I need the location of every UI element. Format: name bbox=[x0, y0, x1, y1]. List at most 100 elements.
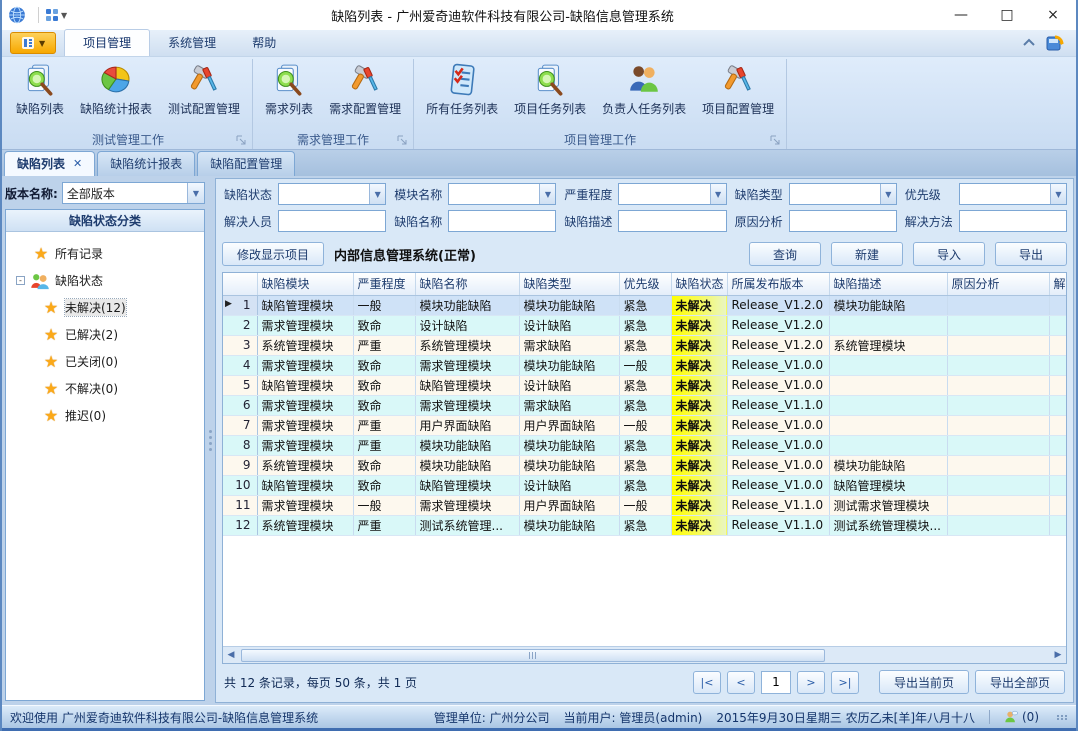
query-button[interactable]: 查询 bbox=[749, 242, 821, 266]
filter-input[interactable] bbox=[619, 184, 709, 204]
page-number-input[interactable] bbox=[761, 671, 791, 694]
table-cell[interactable]: Release_V1.0.0 bbox=[727, 475, 829, 495]
table-row[interactable]: 2需求管理模块致命设计缺陷设计缺陷紧急未解决Release_V1.2.0 bbox=[223, 315, 1066, 335]
minimize-button[interactable]: — bbox=[938, 0, 984, 30]
table-cell[interactable]: Release_V1.0.0 bbox=[727, 455, 829, 475]
tree-item-status[interactable]: ★已解决(2) bbox=[16, 321, 200, 348]
table-cell[interactable] bbox=[947, 475, 1049, 495]
table-row[interactable]: 9系统管理模块致命模块功能缺陷模块功能缺陷紧急未解决Release_V1.0.0… bbox=[223, 455, 1066, 475]
table-cell[interactable]: 一般 bbox=[353, 495, 415, 515]
table-cell[interactable]: 设计缺陷 bbox=[519, 475, 619, 495]
defect-status-select[interactable]: ▼ bbox=[278, 183, 386, 205]
table-cell[interactable]: 系统管理模块 bbox=[257, 335, 353, 355]
table-cell[interactable]: Release_V1.2.0 bbox=[727, 335, 829, 355]
table-cell[interactable]: 缺陷管理模块 bbox=[257, 295, 353, 315]
filter-input[interactable] bbox=[960, 211, 1066, 231]
defect-report-button[interactable]: 缺陷统计报表 bbox=[72, 59, 160, 119]
table-cell[interactable]: 系统管理模块 bbox=[829, 335, 947, 355]
table-cell[interactable] bbox=[947, 455, 1049, 475]
table-cell[interactable]: 模块功能缺陷 bbox=[415, 295, 519, 315]
quick-access-toolbar-button[interactable]: ▼ bbox=[45, 8, 67, 22]
table-cell[interactable] bbox=[947, 315, 1049, 335]
table-cell[interactable]: 缺陷管理模块 bbox=[829, 475, 947, 495]
ribbon-collapse-chevron-icon[interactable] bbox=[1022, 38, 1036, 48]
table-row[interactable]: 12系统管理模块严重测试系统管理...模块功能缺陷紧急未解决Release_V1… bbox=[223, 515, 1066, 535]
table-cell[interactable]: 致命 bbox=[353, 475, 415, 495]
chevron-down-icon[interactable]: ▼ bbox=[369, 184, 385, 204]
panel-splitter[interactable] bbox=[205, 178, 215, 703]
table-cell[interactable] bbox=[829, 315, 947, 335]
table-row[interactable]: 11需求管理模块一般需求管理模块用户界面缺陷一般未解决Release_V1.1.… bbox=[223, 495, 1066, 515]
export-button[interactable]: 导出 bbox=[995, 242, 1067, 266]
tree-item-status[interactable]: ★未解决(12) bbox=[16, 294, 200, 321]
table-cell[interactable]: 未解决 bbox=[671, 495, 727, 515]
table-cell[interactable]: 缺陷管理模块 bbox=[415, 375, 519, 395]
last-page-button[interactable]: >| bbox=[831, 671, 859, 694]
table-cell[interactable] bbox=[1049, 435, 1066, 455]
table-cell[interactable]: 一般 bbox=[619, 415, 671, 435]
table-cell[interactable]: 严重 bbox=[353, 435, 415, 455]
table-cell[interactable]: 严重 bbox=[353, 335, 415, 355]
table-cell[interactable]: 紧急 bbox=[619, 395, 671, 415]
table-cell[interactable]: 用户界面缺陷 bbox=[519, 495, 619, 515]
table-cell[interactable]: 紧急 bbox=[619, 315, 671, 335]
table-cell[interactable]: 紧急 bbox=[619, 375, 671, 395]
table-cell[interactable]: 未解决 bbox=[671, 395, 727, 415]
version-combobox[interactable]: 全部版本 ▼ bbox=[62, 182, 205, 204]
table-cell[interactable]: 模块功能缺陷 bbox=[519, 295, 619, 315]
table-cell[interactable]: 缺陷管理模块 bbox=[257, 475, 353, 495]
filter-input[interactable] bbox=[790, 184, 880, 204]
message-indicator[interactable]: (0) bbox=[1004, 710, 1039, 724]
table-cell[interactable]: 缺陷管理模块 bbox=[415, 475, 519, 495]
all-tasks-button[interactable]: 所有任务列表 bbox=[418, 59, 506, 119]
table-row[interactable]: 5缺陷管理模块致命缺陷管理模块设计缺陷紧急未解决Release_V1.0.0 bbox=[223, 375, 1066, 395]
requirement-config-button[interactable]: 需求配置管理 bbox=[321, 59, 409, 119]
table-cell[interactable]: 系统管理模块 bbox=[257, 455, 353, 475]
skin-selector-icon[interactable] bbox=[1046, 34, 1064, 52]
table-row[interactable]: 10缺陷管理模块致命缺陷管理模块设计缺陷紧急未解决Release_V1.0.0缺… bbox=[223, 475, 1066, 495]
table-cell[interactable] bbox=[829, 435, 947, 455]
table-cell[interactable]: 未解决 bbox=[671, 375, 727, 395]
tab-close-icon[interactable]: ✕ bbox=[73, 157, 82, 170]
table-cell[interactable] bbox=[947, 295, 1049, 315]
table-cell[interactable]: 未解决 bbox=[671, 295, 727, 315]
filter-input[interactable] bbox=[449, 184, 539, 204]
dialog-launcher-icon[interactable] bbox=[397, 135, 407, 145]
table-cell[interactable]: 模块功能缺陷 bbox=[829, 295, 947, 315]
table-cell[interactable]: 未解决 bbox=[671, 415, 727, 435]
table-cell[interactable]: 模块功能缺陷 bbox=[519, 515, 619, 535]
table-cell[interactable]: 需求缺陷 bbox=[519, 335, 619, 355]
import-button[interactable]: 导入 bbox=[913, 242, 985, 266]
table-cell[interactable]: 致命 bbox=[353, 395, 415, 415]
table-cell[interactable]: 设计缺陷 bbox=[415, 315, 519, 335]
table-cell[interactable]: Release_V1.1.0 bbox=[727, 495, 829, 515]
table-cell[interactable] bbox=[1049, 315, 1066, 335]
requirement-list-button[interactable]: 需求列表 bbox=[257, 59, 321, 119]
export-current-page-button[interactable]: 导出当前页 bbox=[879, 670, 969, 694]
table-cell[interactable]: 需求管理模块 bbox=[415, 355, 519, 375]
filter-input[interactable] bbox=[279, 211, 385, 231]
maximize-button[interactable]: □ bbox=[984, 0, 1030, 30]
column-header[interactable]: 缺陷名称 bbox=[415, 273, 519, 295]
table-cell[interactable]: 未解决 bbox=[671, 435, 727, 455]
table-cell[interactable] bbox=[1049, 395, 1066, 415]
cause-analysis-input[interactable] bbox=[789, 210, 897, 232]
table-cell[interactable]: Release_V1.0.0 bbox=[727, 435, 829, 455]
table-cell[interactable]: 一般 bbox=[619, 355, 671, 375]
table-cell[interactable] bbox=[1049, 295, 1066, 315]
table-cell[interactable]: 一般 bbox=[353, 295, 415, 315]
table-cell[interactable] bbox=[1049, 515, 1066, 535]
table-cell[interactable]: 紧急 bbox=[619, 435, 671, 455]
table-row[interactable]: 4需求管理模块致命需求管理模块模块功能缺陷一般未解决Release_V1.0.0 bbox=[223, 355, 1066, 375]
table-cell[interactable]: 严重 bbox=[353, 515, 415, 535]
table-cell[interactable]: 未解决 bbox=[671, 515, 727, 535]
table-cell[interactable]: 未解决 bbox=[671, 455, 727, 475]
filter-input[interactable] bbox=[279, 184, 369, 204]
table-cell[interactable]: Release_V1.2.0 bbox=[727, 315, 829, 335]
table-cell[interactable]: 紧急 bbox=[619, 295, 671, 315]
table-cell[interactable]: 需求管理模块 bbox=[257, 495, 353, 515]
new-button[interactable]: 新建 bbox=[831, 242, 903, 266]
table-cell[interactable]: Release_V1.1.0 bbox=[727, 515, 829, 535]
table-cell[interactable]: 紧急 bbox=[619, 515, 671, 535]
defect-desc-input[interactable] bbox=[618, 210, 726, 232]
